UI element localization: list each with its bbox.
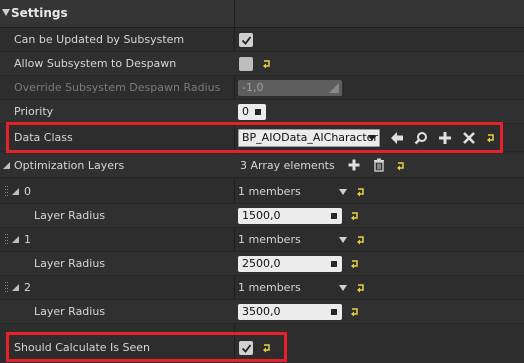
property-row-optimization-layers: Optimization Layers 3 Array elements [0,154,524,178]
field-value: 2500,0 [242,257,281,270]
trash-icon[interactable] [373,158,385,172]
property-label: Layer Radius [34,209,106,222]
property-row-override-radius: Override Subsystem Despawn Radius -1,0 [0,76,524,100]
field-value: 3500,0 [242,305,281,318]
field-value: -1,0 [242,81,264,94]
layer-radius-field[interactable]: 2500,0 [238,256,342,272]
expand-arrow-icon [2,9,10,16]
property-row-layer-radius: Layer Radius 2500,0 [0,252,524,276]
members-count: 1 members [238,233,301,246]
property-row-can-be-updated: Can be Updated by Subsystem [0,28,524,52]
reset-arrow-icon[interactable] [350,259,360,269]
priority-field[interactable]: 0 [238,104,266,120]
field-value: 1500,0 [242,209,281,222]
category-title: Settings [11,6,68,20]
reset-arrow-icon[interactable] [356,235,366,245]
array-element-row: 0 1 members [0,180,524,204]
property-label: Allow Subsystem to Despawn [14,57,177,70]
checkmark-icon [241,35,251,45]
property-label: Layer Radius [34,305,106,318]
reset-arrow-icon[interactable] [350,307,360,317]
property-row-layer-radius: Layer Radius 1500,0 [0,204,524,228]
element-index: 1 [24,233,31,246]
expand-arrow-icon[interactable] [12,236,19,243]
property-row-allow-despawn: Allow Subsystem to Despawn [0,52,524,76]
highlight-box-should-calculate [6,332,287,362]
drag-handle-icon[interactable] [5,186,8,198]
array-element-row: 2 1 members [0,276,524,300]
chevron-down-icon[interactable] [339,237,347,243]
plus-icon[interactable] [348,159,360,171]
expand-arrow-icon[interactable] [12,188,19,195]
expand-arrow-icon[interactable] [3,162,10,169]
reset-arrow-icon[interactable] [356,187,366,197]
property-label: Optimization Layers [14,159,125,172]
members-count: 1 members [238,185,301,198]
layer-radius-field[interactable]: 1500,0 [238,208,342,224]
expand-arrow-icon[interactable] [12,284,19,291]
drag-grip-icon[interactable] [329,307,339,317]
property-row-layer-radius: Layer Radius 3500,0 [0,300,524,324]
reset-arrow-icon[interactable] [396,161,406,171]
array-count: 3 Array elements [240,159,335,172]
highlight-box-data-class [6,122,503,153]
chevron-down-icon[interactable] [339,189,347,195]
reset-arrow-icon[interactable] [262,59,272,69]
element-index: 0 [24,185,31,198]
chevron-down-icon[interactable] [339,285,347,291]
property-row-priority: Priority 0 [0,100,524,124]
drag-handle-icon[interactable] [5,282,8,294]
override-radius-field: -1,0 [238,80,342,96]
property-label: Override Subsystem Despawn Radius [14,81,221,94]
drag-grip-icon[interactable] [329,259,339,269]
reset-arrow-icon[interactable] [350,211,360,221]
element-index: 2 [24,281,31,294]
drag-grip-icon [329,83,339,93]
property-label: Can be Updated by Subsystem [14,33,185,46]
members-count: 1 members [238,281,301,294]
details-panel: Settings Can be Updated by Subsystem All… [0,0,524,363]
array-element-row: 1 1 members [0,228,524,252]
settings-category-header[interactable]: Settings [0,0,524,28]
reset-arrow-icon[interactable] [356,283,366,293]
drag-handle-icon[interactable] [5,234,8,246]
property-label: Layer Radius [34,257,106,270]
drag-grip-icon[interactable] [253,107,263,117]
property-label: Priority [14,105,54,118]
allow-despawn-checkbox[interactable] [239,57,253,71]
field-value: 0 [242,105,249,118]
layer-radius-field[interactable]: 3500,0 [238,304,342,320]
drag-grip-icon[interactable] [329,211,339,221]
can-be-updated-checkbox[interactable] [239,33,253,47]
